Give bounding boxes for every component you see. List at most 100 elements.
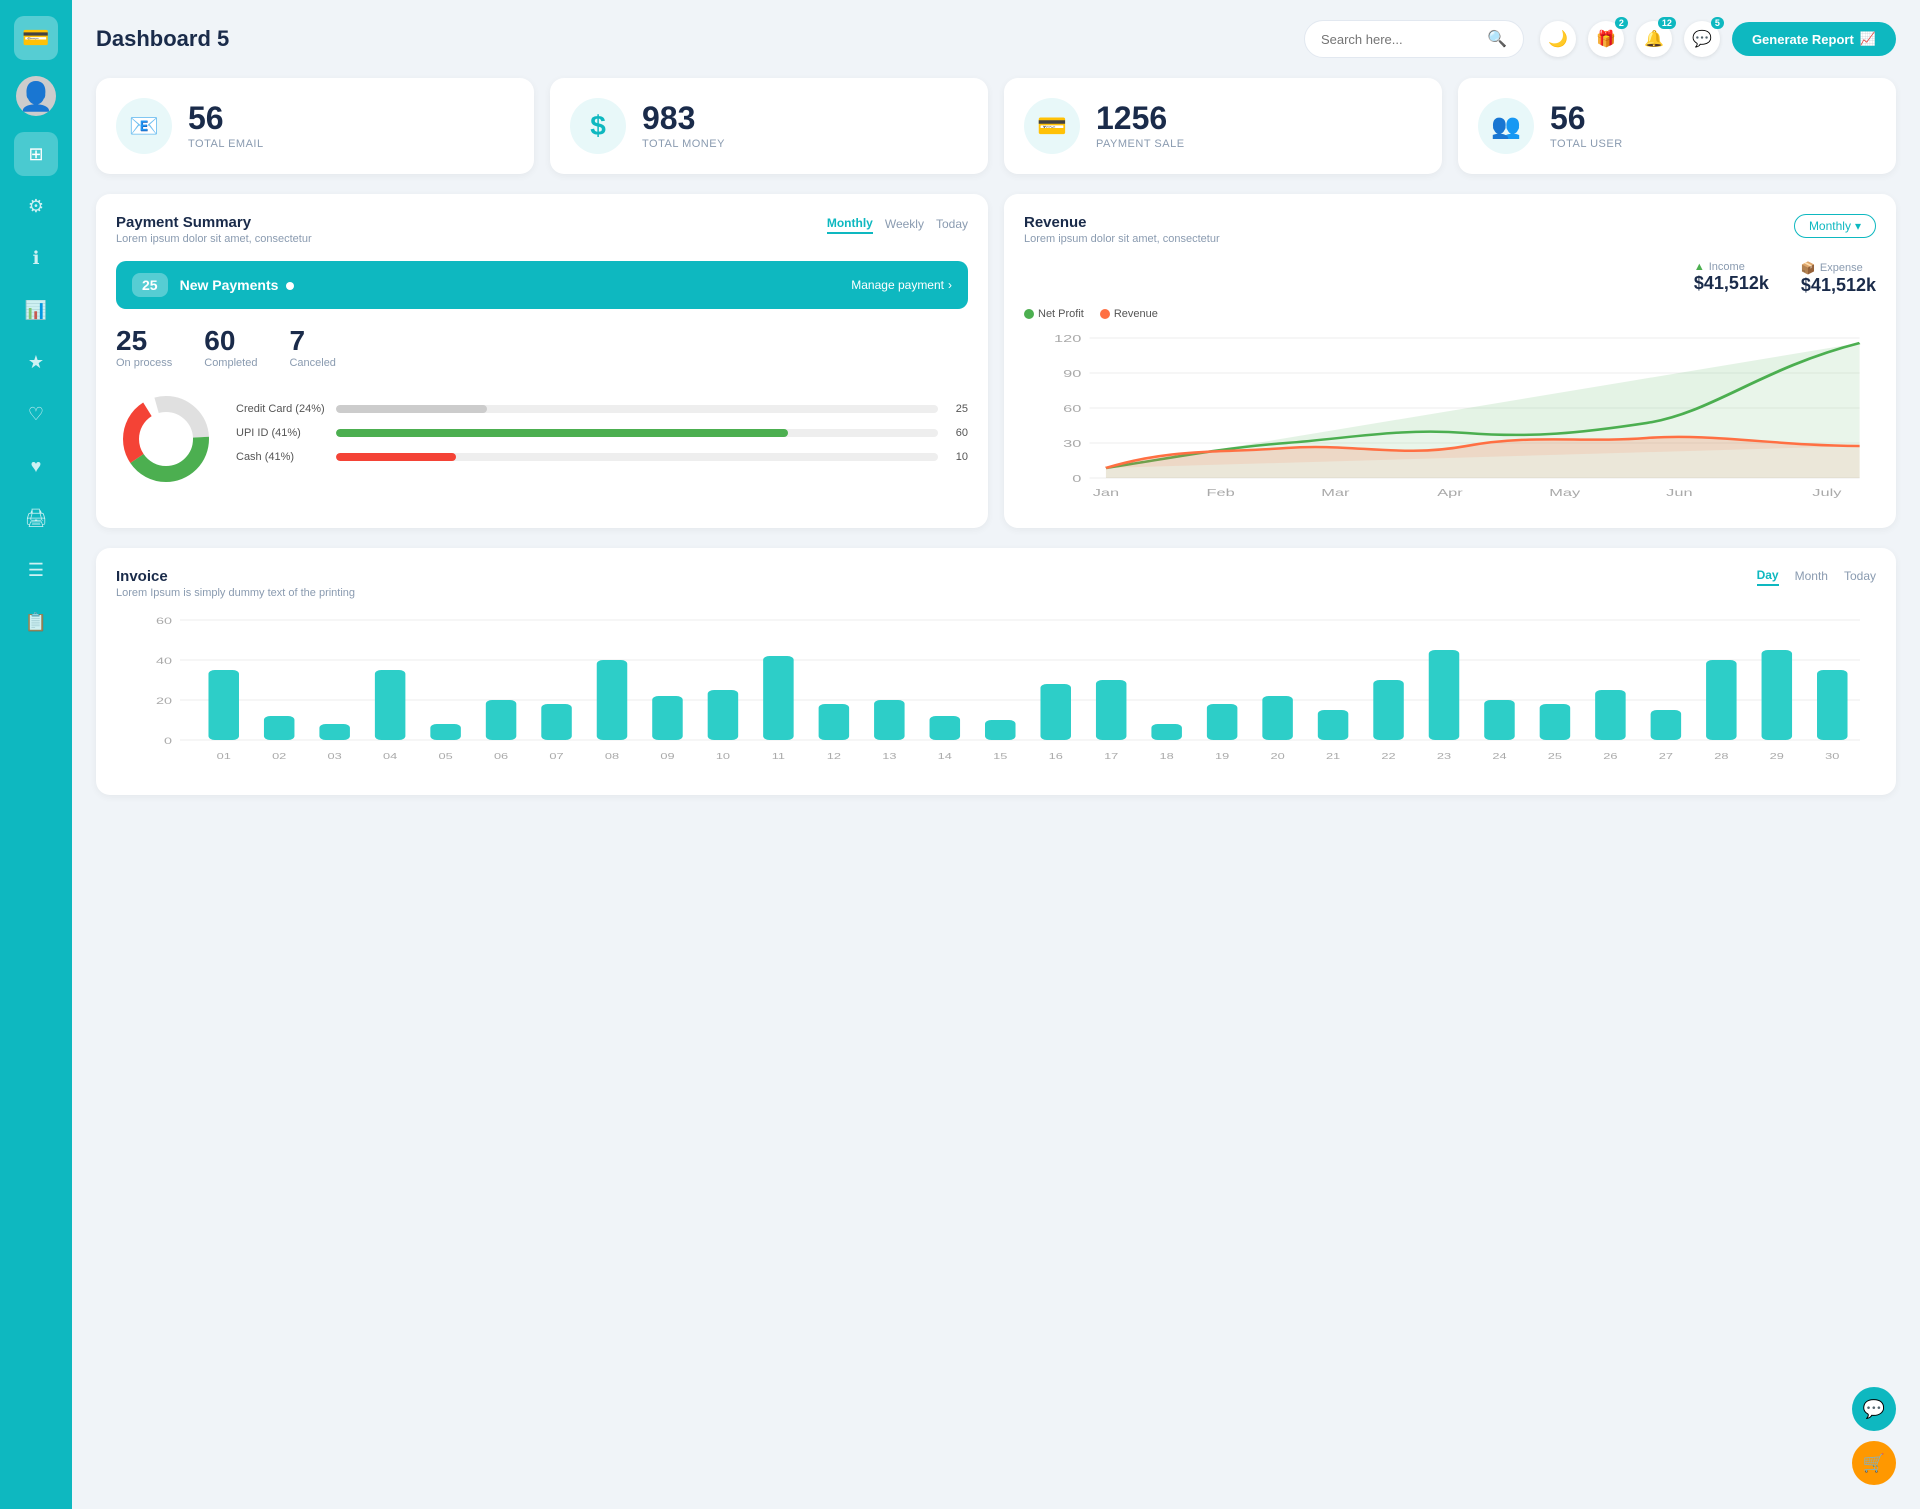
svg-text:14: 14: [938, 752, 952, 761]
stat-card-user: 👥 56 TOTAL USER: [1458, 78, 1896, 174]
upi-label: UPI ID (41%): [236, 427, 326, 439]
print-icon: 🖨: [25, 508, 48, 529]
svg-text:30: 30: [1825, 752, 1839, 761]
manage-payment-link[interactable]: Manage payment ›: [851, 278, 952, 292]
gift-button[interactable]: 🎁 2: [1588, 21, 1624, 57]
page-title: Dashboard 5: [96, 26, 1288, 52]
sidebar-item-print[interactable]: 🖨: [14, 496, 58, 540]
sidebar-item-menu[interactable]: ☰: [14, 548, 58, 592]
canceled-label: Canceled: [289, 357, 335, 369]
middle-row: Payment Summary Lorem ipsum dolor sit am…: [96, 194, 1896, 528]
svg-text:Jun: Jun: [1666, 487, 1692, 498]
svg-text:Apr: Apr: [1437, 487, 1463, 498]
svg-text:24: 24: [1492, 752, 1506, 761]
sidebar-item-heart[interactable]: ♥: [14, 444, 58, 488]
svg-text:07: 07: [549, 752, 563, 761]
invoice-tab-month[interactable]: Month: [1795, 569, 1828, 585]
svg-text:11: 11: [772, 752, 785, 761]
sidebar-item-info[interactable]: ℹ: [14, 236, 58, 280]
invoice-tab-today[interactable]: Today: [1844, 569, 1876, 585]
svg-text:90: 90: [1063, 368, 1082, 379]
expense-icon: 📦: [1801, 261, 1816, 275]
sidebar: 💳 👤 ⊞ ⚙ ℹ 📊 ★ ♡ ♥ 🖨 ☰ 📋: [0, 0, 72, 1509]
cart-float-button[interactable]: 🛒: [1852, 1441, 1896, 1485]
star-icon: ★: [28, 352, 44, 373]
status-dot: [286, 282, 294, 290]
donut-chart: [116, 389, 216, 489]
revenue-title: Revenue: [1024, 214, 1220, 231]
chat-button[interactable]: 💬 5: [1684, 21, 1720, 57]
on-process-label: On process: [116, 357, 172, 369]
income-label: ▲ Income: [1694, 261, 1769, 273]
upi-track: [336, 429, 938, 437]
invoice-subtitle: Lorem Ipsum is simply dummy text of the …: [116, 587, 355, 599]
payment-count: 1256: [1096, 102, 1185, 134]
stat-card-payment: 💳 1256 PAYMENT SALE: [1004, 78, 1442, 174]
search-bar[interactable]: 🔍: [1304, 20, 1524, 58]
svg-text:12: 12: [827, 752, 841, 761]
new-payments-label: New Payments: [180, 277, 295, 293]
invoice-panel: Invoice Lorem Ipsum is simply dummy text…: [96, 548, 1896, 795]
sidebar-item-settings[interactable]: ⚙: [14, 184, 58, 228]
search-input[interactable]: [1321, 32, 1479, 47]
user-count: 56: [1550, 102, 1623, 134]
progress-upi: UPI ID (41%) 60: [236, 427, 968, 439]
payment-summary-panel: Payment Summary Lorem ipsum dolor sit am…: [96, 194, 988, 528]
svg-text:03: 03: [328, 752, 342, 761]
upi-value: 60: [948, 427, 968, 439]
svg-text:Feb: Feb: [1207, 487, 1235, 498]
generate-report-button[interactable]: Generate Report 📈: [1732, 22, 1896, 56]
svg-text:20: 20: [156, 696, 172, 706]
svg-text:July: July: [1812, 487, 1841, 498]
settings-icon: ⚙: [28, 196, 44, 217]
svg-text:10: 10: [716, 752, 730, 761]
cash-track: [336, 453, 938, 461]
completed-num: 60: [204, 325, 257, 357]
sidebar-item-star[interactable]: ★: [14, 340, 58, 384]
income-value: $41,512k: [1694, 273, 1769, 294]
svg-text:05: 05: [438, 752, 452, 761]
sidebar-item-heart-outline[interactable]: ♡: [14, 392, 58, 436]
svg-text:16: 16: [1049, 752, 1063, 761]
sidebar-item-list[interactable]: 📋: [14, 600, 58, 644]
email-icon: 📧: [116, 98, 172, 154]
sidebar-item-chart[interactable]: 📊: [14, 288, 58, 332]
revenue-label: Revenue: [1114, 308, 1158, 320]
search-icon: 🔍: [1487, 29, 1507, 49]
svg-text:Jan: Jan: [1093, 487, 1119, 498]
revenue-dropdown-button[interactable]: Monthly ▾: [1794, 214, 1876, 238]
on-process-num: 25: [116, 325, 172, 357]
support-float-button[interactable]: 💬: [1852, 1387, 1896, 1431]
tab-weekly[interactable]: Weekly: [885, 215, 924, 233]
canceled-num: 7: [289, 325, 335, 357]
bell-button[interactable]: 🔔 12: [1636, 21, 1672, 57]
svg-text:40: 40: [156, 656, 172, 666]
svg-text:26: 26: [1603, 752, 1617, 761]
chart-bar-icon: 📈: [1860, 31, 1876, 47]
svg-text:17: 17: [1104, 752, 1118, 761]
tab-monthly[interactable]: Monthly: [827, 214, 873, 234]
user-icon: 👥: [1478, 98, 1534, 154]
revenue-dot: [1100, 309, 1110, 319]
invoice-tab-day[interactable]: Day: [1757, 568, 1779, 586]
progress-credit-card: Credit Card (24%) 25: [236, 403, 968, 415]
money-count: 983: [642, 102, 725, 134]
revenue-income-expense: ▲ Income $41,512k 📦 Expense $41,512k: [1024, 261, 1876, 296]
sidebar-item-dashboard[interactable]: ⊞: [14, 132, 58, 176]
stat-card-money: $ 983 TOTAL MONEY: [550, 78, 988, 174]
tab-today[interactable]: Today: [936, 215, 968, 233]
new-payments-count: 25: [132, 273, 168, 297]
theme-toggle-button[interactable]: 🌙: [1540, 21, 1576, 57]
list-icon: 📋: [25, 612, 47, 633]
email-count: 56: [188, 102, 264, 134]
header-icons: 🌙 🎁 2 🔔 12 💬 5 Generate Report 📈: [1540, 21, 1896, 57]
dashboard-icon: ⊞: [28, 144, 43, 165]
svg-text:01: 01: [217, 752, 231, 761]
svg-text:0: 0: [164, 736, 172, 746]
progress-cash: Cash (41%) 10: [236, 451, 968, 463]
sidebar-logo[interactable]: 💳: [14, 16, 58, 60]
svg-text:04: 04: [383, 752, 397, 761]
heart-icon: ♥: [31, 456, 42, 477]
svg-text:21: 21: [1326, 752, 1340, 761]
svg-text:19: 19: [1215, 752, 1229, 761]
